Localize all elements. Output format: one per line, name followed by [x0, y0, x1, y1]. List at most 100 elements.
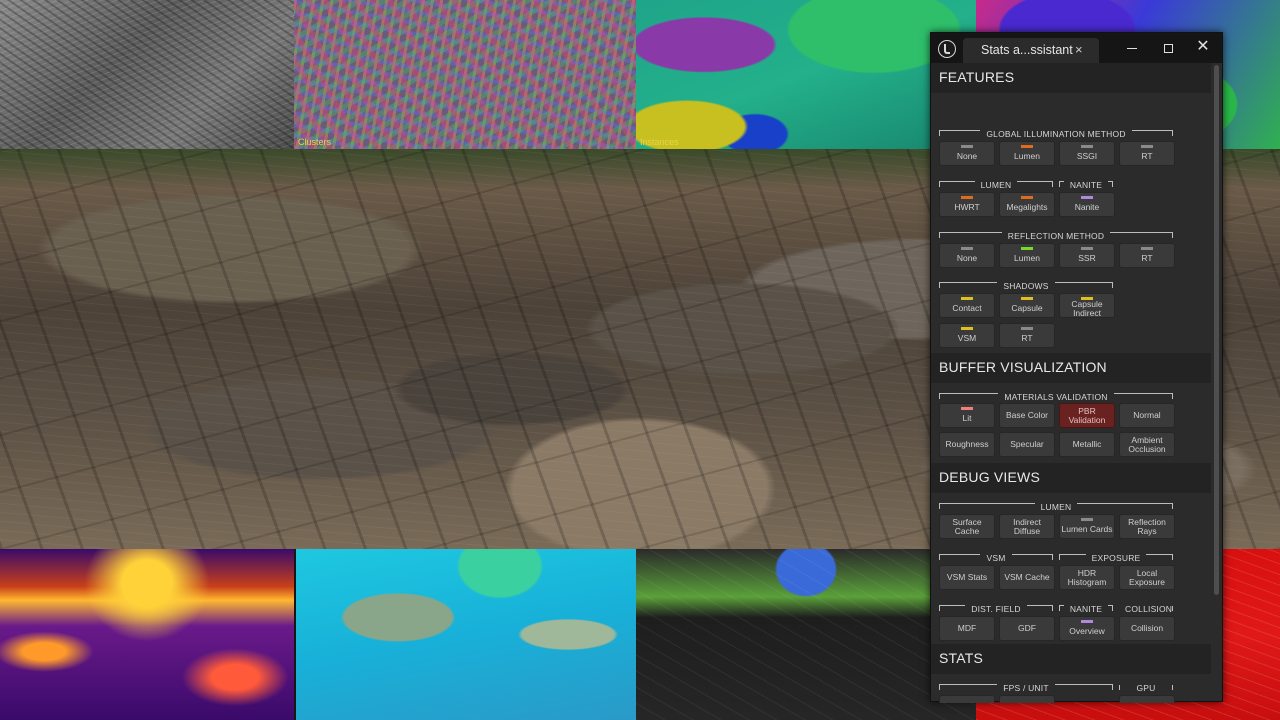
viewport-label-instances: Instances: [640, 137, 679, 147]
button-label: Lumen: [1014, 151, 1040, 161]
features-lumen-button[interactable]: Lumen: [999, 141, 1055, 166]
debug-surface-cache-button[interactable]: Surface Cache: [939, 514, 995, 539]
viewport-wireframe-view: [0, 0, 294, 149]
group-nanite: NANITE: [1059, 180, 1113, 192]
buffer-normal-button[interactable]: Normal: [1119, 403, 1175, 428]
panel-scrollbar[interactable]: [1214, 65, 1219, 595]
debug-overview-button[interactable]: Overview: [1059, 616, 1115, 641]
debug-local-exposure-button[interactable]: Local Exposure: [1119, 565, 1175, 590]
button-label: VSM Stats: [946, 572, 988, 582]
viewport-material-view: [296, 549, 636, 720]
debug-vsm-cache-button[interactable]: VSM Cache: [999, 565, 1055, 590]
features-megalights-button[interactable]: Megalights: [999, 192, 1055, 217]
buffer-lit-button[interactable]: Lit: [939, 403, 995, 428]
features-capsule-button[interactable]: Capsule: [999, 293, 1055, 318]
group-label-exposure: EXPOSURE: [1085, 553, 1147, 563]
debug-gdf-button[interactable]: GDF: [999, 616, 1055, 641]
section-title-features: FEATURES: [939, 69, 1015, 85]
buffer-base-color-button[interactable]: Base Color: [999, 403, 1055, 428]
button-label: Normal: [1133, 410, 1161, 420]
debug-vsm-stats-button[interactable]: VSM Stats: [939, 565, 995, 590]
status-indicator: [1081, 297, 1093, 300]
buffer-metallic-button[interactable]: Metallic: [1059, 432, 1115, 457]
button-label: SSGI: [1076, 151, 1098, 161]
button-label: Surface Cache: [952, 516, 982, 536]
features-ssgi-button[interactable]: SSGI: [1059, 141, 1115, 166]
group-dist-field: DIST. FIELD: [939, 604, 1053, 616]
status-indicator: [1081, 518, 1093, 521]
button-label: Lumen Cards: [1061, 524, 1113, 534]
group-label-gpu: GPU: [1130, 683, 1162, 693]
status-indicator: [961, 407, 973, 410]
buffer-ambient-occlusion-button[interactable]: Ambient Occlusion: [1119, 432, 1175, 457]
stats-assistant-window[interactable]: Stats a...ssistant × ✕ FEATURES GLOBAL I…: [930, 32, 1223, 703]
group-label-debug-lumen: LUMEN: [1034, 502, 1078, 512]
status-indicator: [1021, 196, 1033, 199]
viewport-overdraw-view: [636, 549, 976, 720]
section-debug-views: DEBUG VIEWS: [931, 463, 1211, 493]
section-features: FEATURES: [931, 63, 1211, 93]
button-label: HWRT: [954, 202, 980, 212]
viewport-heatmap-view: [0, 549, 294, 720]
group-label-vsm: VSM: [980, 553, 1012, 563]
features-contact-button[interactable]: Contact: [939, 293, 995, 318]
button-label: SSR: [1078, 253, 1096, 263]
status-indicator: [1141, 145, 1153, 148]
window-titlebar[interactable]: Stats a...ssistant × ✕: [931, 33, 1222, 63]
features-none-button[interactable]: None: [939, 141, 995, 166]
features-vsm-button[interactable]: VSM: [939, 323, 995, 348]
tab-title: Stats a...ssistant: [981, 43, 1073, 57]
viewport-instances-view: Instances: [636, 0, 976, 149]
viewport-clusters-view: Clusters: [294, 0, 636, 149]
features-rt-button[interactable]: RT: [1119, 141, 1175, 166]
section-title-stats: STATS: [939, 650, 984, 666]
status-indicator: [1081, 196, 1093, 199]
debug-lumen-cards-button[interactable]: Lumen Cards: [1059, 514, 1115, 539]
debug-mdf-button[interactable]: MDF: [939, 616, 995, 641]
debug-indirect-diffuse-button[interactable]: Indirect Diffuse: [999, 514, 1055, 539]
maximize-button[interactable]: [1155, 36, 1181, 58]
tab-stats-assistant[interactable]: Stats a...ssistant ×: [963, 38, 1099, 63]
group-label-debug-nanite: NANITE: [1063, 604, 1109, 614]
stats-gpu-button[interactable]: GPU: [1119, 695, 1175, 703]
buffer-roughness-button[interactable]: Roughness: [939, 432, 995, 457]
button-label: Collision: [1130, 623, 1164, 633]
features-lumen-button[interactable]: Lumen: [999, 243, 1055, 268]
buffer-specular-button[interactable]: Specular: [999, 432, 1055, 457]
features-none-button[interactable]: None: [939, 243, 995, 268]
group-fps-unit: FPS / UNIT: [939, 683, 1113, 695]
buffer-pbr-validation-button[interactable]: PBR Validation: [1059, 403, 1115, 428]
group-label-lumen: LUMEN: [974, 180, 1018, 190]
features-hwrt-button[interactable]: HWRT: [939, 192, 995, 217]
status-indicator: [1021, 297, 1033, 300]
group-label-reflection: REFLECTION METHOD: [1001, 231, 1111, 241]
button-label: Lumen: [1014, 253, 1040, 263]
section-stats: STATS: [931, 644, 1211, 674]
status-indicator: [1021, 247, 1033, 250]
debug-collision-button[interactable]: Collision: [1119, 616, 1175, 641]
group-reflection-method: REFLECTION METHOD: [939, 231, 1173, 243]
button-label: PBR Validation: [1068, 405, 1106, 425]
close-window-button[interactable]: ✕: [1190, 36, 1216, 58]
features-nanite-button[interactable]: Nanite: [1059, 192, 1115, 217]
group-gi-method: GLOBAL ILLUMINATION METHOD: [939, 129, 1173, 141]
features-capsule-indirect-button[interactable]: Capsule Indirect: [1059, 293, 1115, 318]
debug-reflection-rays-button[interactable]: Reflection Rays: [1119, 514, 1175, 539]
group-shadows: SHADOWS: [939, 281, 1113, 293]
group-exposure: EXPOSURE: [1059, 553, 1173, 565]
tab-close-icon[interactable]: ×: [1075, 42, 1083, 57]
status-indicator: [961, 247, 973, 250]
button-label: VSM Cache: [1004, 572, 1050, 582]
stats-fps-button[interactable]: FPS: [939, 695, 995, 703]
button-label: Capsule Indirect: [1071, 298, 1103, 318]
debug-hdr-histogram-button[interactable]: HDR Histogram: [1059, 565, 1115, 590]
features-rt-button[interactable]: RT: [999, 323, 1055, 348]
features-rt-button[interactable]: RT: [1119, 243, 1175, 268]
features-ssr-button[interactable]: SSR: [1059, 243, 1115, 268]
status-indicator: [961, 327, 973, 330]
stats-drawcount-button[interactable]: Drawcount: [999, 695, 1055, 703]
group-label-materials: MATERIALS VALIDATION: [998, 392, 1114, 402]
minimize-button[interactable]: [1119, 36, 1145, 58]
button-label: Metallic: [1072, 439, 1102, 449]
status-indicator: [1081, 620, 1093, 623]
